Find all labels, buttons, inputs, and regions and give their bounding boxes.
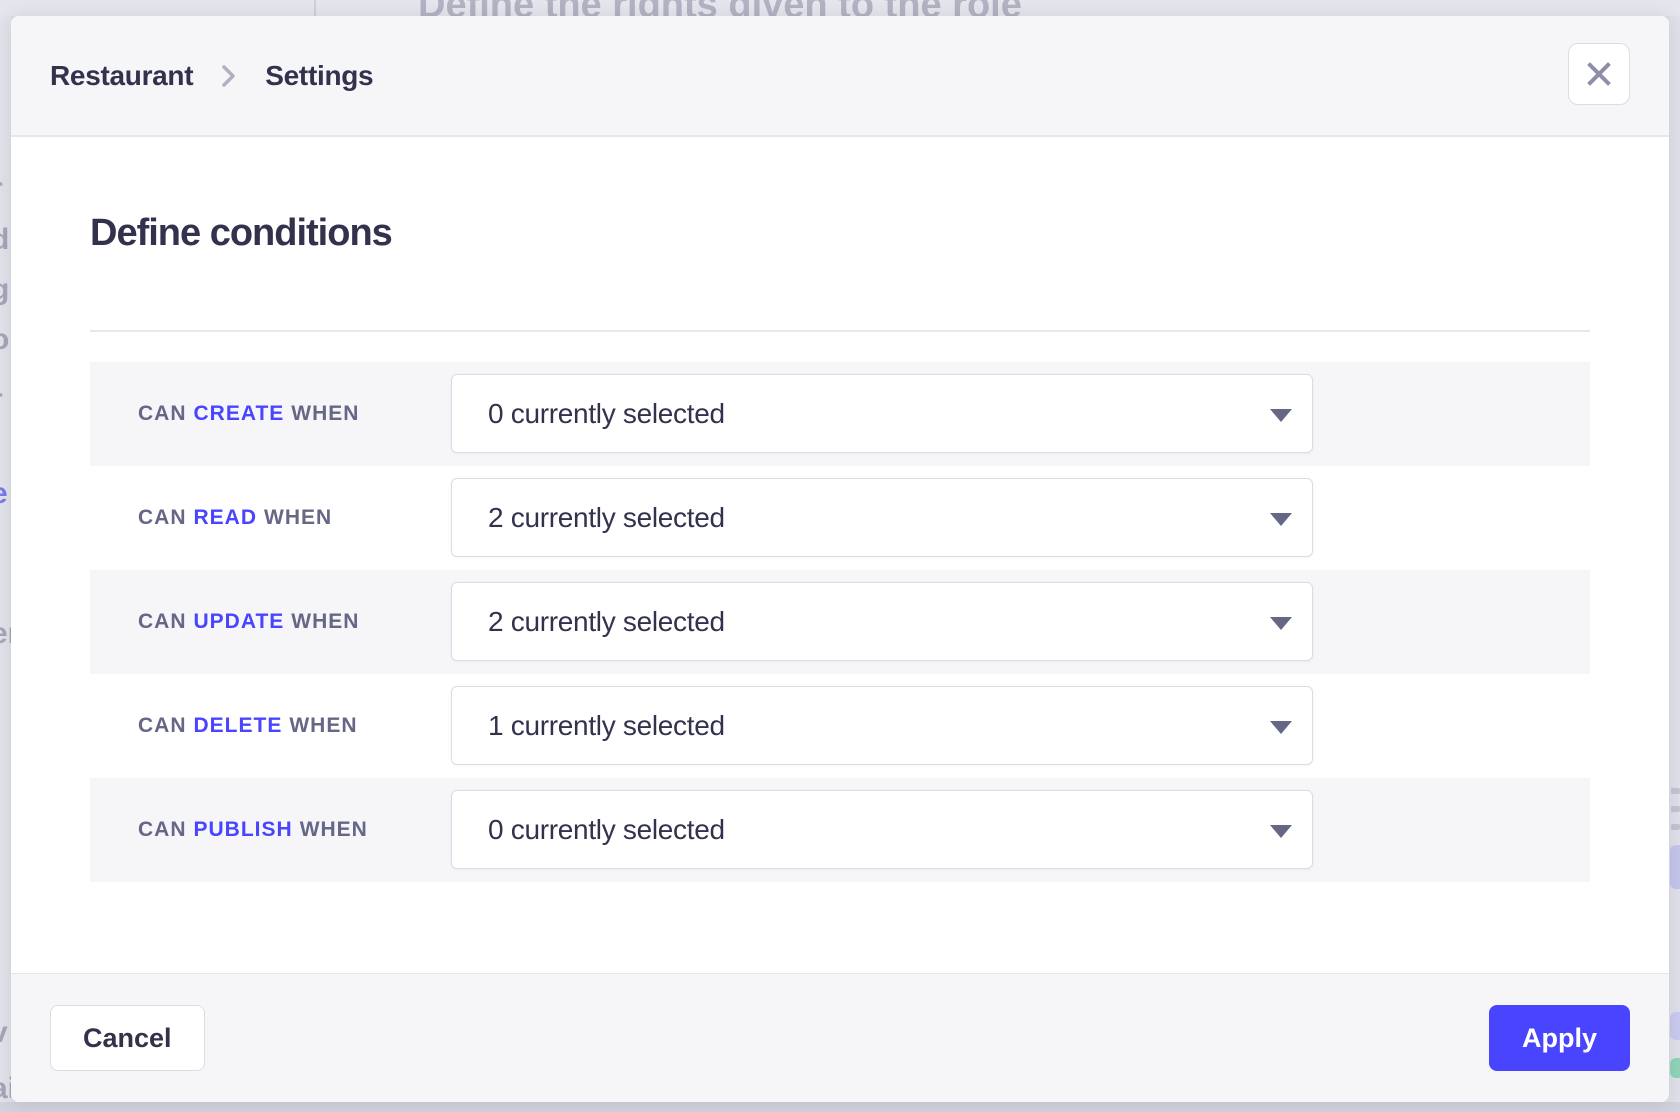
condition-row-publish: CAN PUBLISH WHEN 0 currently selected	[90, 778, 1590, 882]
breadcrumb-current: Settings	[265, 60, 373, 92]
label-suffix: WHEN	[289, 714, 357, 738]
label-prefix: CAN	[138, 818, 187, 842]
background-text-fragment: ai	[0, 1072, 11, 1102]
breadcrumb: Restaurant Settings	[50, 60, 373, 92]
label-suffix: WHEN	[300, 818, 368, 842]
condition-label: CAN PUBLISH WHEN	[138, 778, 368, 882]
background-line-fragment	[1671, 824, 1680, 830]
title-divider	[90, 330, 1590, 332]
select-value: 0 currently selected	[452, 398, 725, 430]
label-action: PUBLISH	[194, 818, 293, 842]
condition-row-update: CAN UPDATE WHEN 2 currently selected	[90, 570, 1590, 674]
update-conditions-select[interactable]: 2 currently selected	[451, 582, 1313, 661]
background-button-fragment	[1670, 1012, 1680, 1040]
caret-down-icon	[1270, 409, 1292, 422]
background-page-right-edge	[1669, 16, 1680, 1102]
background-text-fragment: o	[0, 323, 9, 357]
caret-down-icon	[1270, 721, 1292, 734]
background-check-fragment	[1670, 1058, 1680, 1078]
background-page-heading: Define the rights given to the role	[418, 0, 1022, 16]
select-value: 2 currently selected	[452, 502, 725, 534]
label-suffix: WHEN	[291, 610, 359, 634]
condition-label: CAN UPDATE WHEN	[138, 570, 359, 674]
define-conditions-modal: Restaurant Settings Define conditions CA…	[11, 16, 1669, 1102]
condition-row-delete: CAN DELETE WHEN 1 currently selected	[90, 674, 1590, 778]
modal-header: Restaurant Settings	[11, 16, 1669, 137]
label-suffix: WHEN	[291, 402, 359, 426]
publish-conditions-select[interactable]: 0 currently selected	[451, 790, 1313, 869]
label-action: UPDATE	[194, 610, 285, 634]
select-value: 2 currently selected	[452, 606, 725, 638]
label-prefix: CAN	[138, 402, 187, 426]
close-icon	[1585, 60, 1613, 88]
label-suffix: WHEN	[264, 506, 332, 530]
background-link-fragment: e	[0, 477, 8, 511]
apply-button[interactable]: Apply	[1489, 1005, 1630, 1071]
conditions-list: CAN CREATE WHEN 0 currently selected CAN…	[90, 362, 1590, 882]
chevron-right-icon	[221, 63, 237, 89]
background-divider	[314, 0, 316, 16]
background-text-fragment: r	[0, 172, 3, 206]
background-button-fragment	[1670, 845, 1680, 889]
background-text-fragment: g	[0, 273, 9, 307]
breadcrumb-root: Restaurant	[50, 60, 193, 92]
label-action: READ	[194, 506, 258, 530]
condition-label: CAN DELETE WHEN	[138, 674, 358, 778]
label-prefix: CAN	[138, 506, 187, 530]
modal-footer: Cancel Apply	[11, 973, 1669, 1102]
condition-label: CAN CREATE WHEN	[138, 362, 359, 466]
create-conditions-select[interactable]: 0 currently selected	[451, 374, 1313, 453]
background-text-fragment: v	[0, 1016, 8, 1050]
background-page-left-edge: r d g o r e er v ai	[0, 16, 11, 1102]
caret-down-icon	[1270, 513, 1292, 526]
caret-down-icon	[1270, 825, 1292, 838]
select-value: 0 currently selected	[452, 814, 725, 846]
read-conditions-select[interactable]: 2 currently selected	[451, 478, 1313, 557]
delete-conditions-select[interactable]: 1 currently selected	[451, 686, 1313, 765]
label-prefix: CAN	[138, 714, 187, 738]
background-page-top: Define the rights given to the role	[0, 0, 1680, 16]
background-line-fragment	[1671, 788, 1680, 794]
close-button[interactable]	[1568, 43, 1630, 105]
label-action: CREATE	[194, 402, 285, 426]
background-line-fragment	[1671, 806, 1680, 812]
background-text-fragment: r	[0, 383, 3, 417]
background-text-fragment: d	[0, 223, 9, 257]
condition-label: CAN READ WHEN	[138, 466, 332, 570]
condition-row-read: CAN READ WHEN 2 currently selected	[90, 466, 1590, 570]
select-value: 1 currently selected	[452, 710, 725, 742]
page-title: Define conditions	[90, 212, 392, 255]
condition-row-create: CAN CREATE WHEN 0 currently selected	[90, 362, 1590, 466]
label-prefix: CAN	[138, 610, 187, 634]
cancel-button[interactable]: Cancel	[50, 1005, 205, 1071]
caret-down-icon	[1270, 617, 1292, 630]
label-action: DELETE	[194, 714, 283, 738]
background-text-fragment: er	[0, 617, 11, 651]
background-page-bottom	[0, 1102, 1680, 1112]
